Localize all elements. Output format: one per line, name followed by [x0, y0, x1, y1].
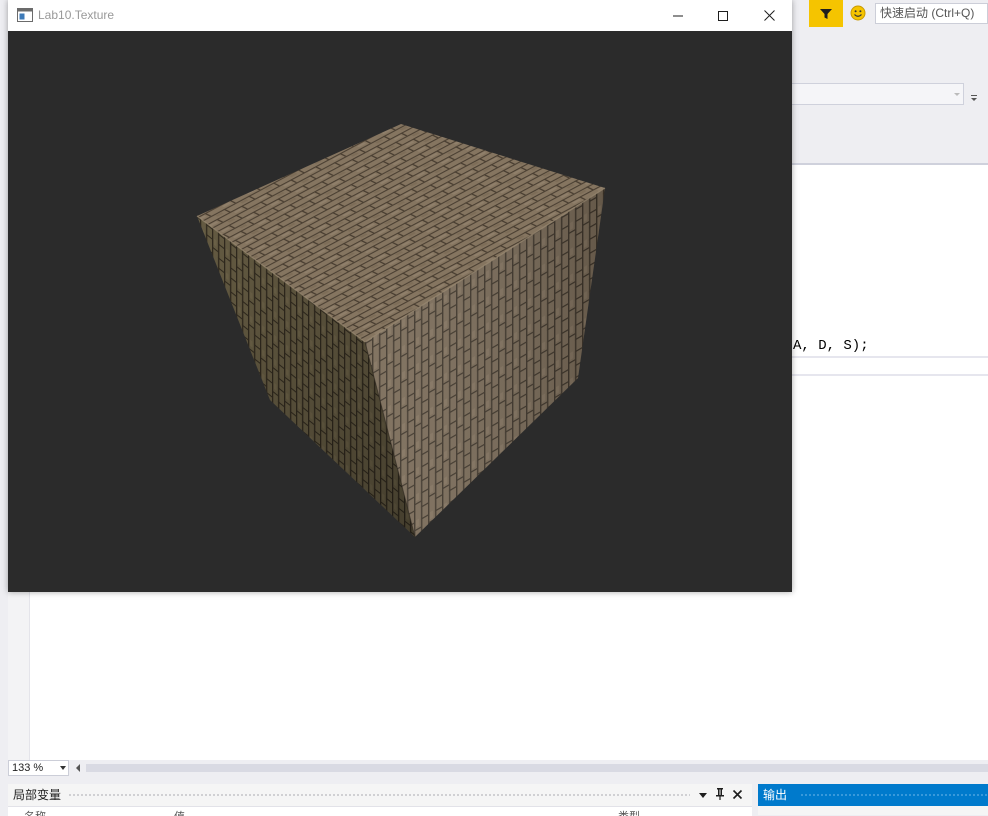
panel-splitter[interactable]: [0, 776, 988, 784]
scroll-left-icon[interactable]: [74, 763, 82, 773]
pin-icon[interactable]: [714, 787, 726, 801]
output-panel-title: 输出: [763, 788, 788, 802]
current-line-highlight: [792, 356, 988, 376]
filter-button[interactable]: [809, 0, 843, 27]
close-button[interactable]: [746, 0, 792, 31]
brick-textured-cube: [196, 124, 606, 538]
ide-left-edge: [0, 0, 8, 815]
window-title: Lab10.Texture: [38, 8, 115, 22]
code-editor[interactable]: [792, 165, 988, 595]
maximize-icon: [718, 10, 728, 21]
horizontal-scrollbar[interactable]: [86, 764, 988, 772]
filter-icon: [820, 8, 832, 19]
chevron-down-icon: [954, 93, 960, 96]
chevron-down-icon: [60, 766, 66, 770]
render-viewport[interactable]: [8, 31, 792, 592]
navigation-dropdown[interactable]: [792, 83, 964, 105]
editor-gutter: [8, 592, 30, 760]
code-line[interactable]: A, D, S);: [792, 337, 988, 355]
close-icon: [763, 10, 775, 21]
app-window: Lab10.Texture: [8, 0, 792, 592]
minimize-button[interactable]: [655, 0, 701, 31]
smiley-icon[interactable]: [850, 5, 866, 21]
code-editor-lower[interactable]: [8, 592, 988, 760]
quick-launch-input[interactable]: 快速启动 (Ctrl+Q): [875, 3, 988, 24]
locals-panel-title: 局部变量: [13, 788, 62, 802]
window-titlebar[interactable]: Lab10.Texture: [8, 0, 792, 31]
minimize-icon: [673, 15, 683, 16]
close-icon[interactable]: [732, 789, 743, 800]
window-position-icon[interactable]: [698, 791, 708, 800]
output-panel-grip[interactable]: [800, 793, 988, 798]
maximize-button[interactable]: [700, 0, 746, 31]
app-window-icon: [17, 8, 33, 22]
overflow-icon[interactable]: [969, 93, 979, 103]
locals-panel-grip[interactable]: [68, 793, 690, 798]
